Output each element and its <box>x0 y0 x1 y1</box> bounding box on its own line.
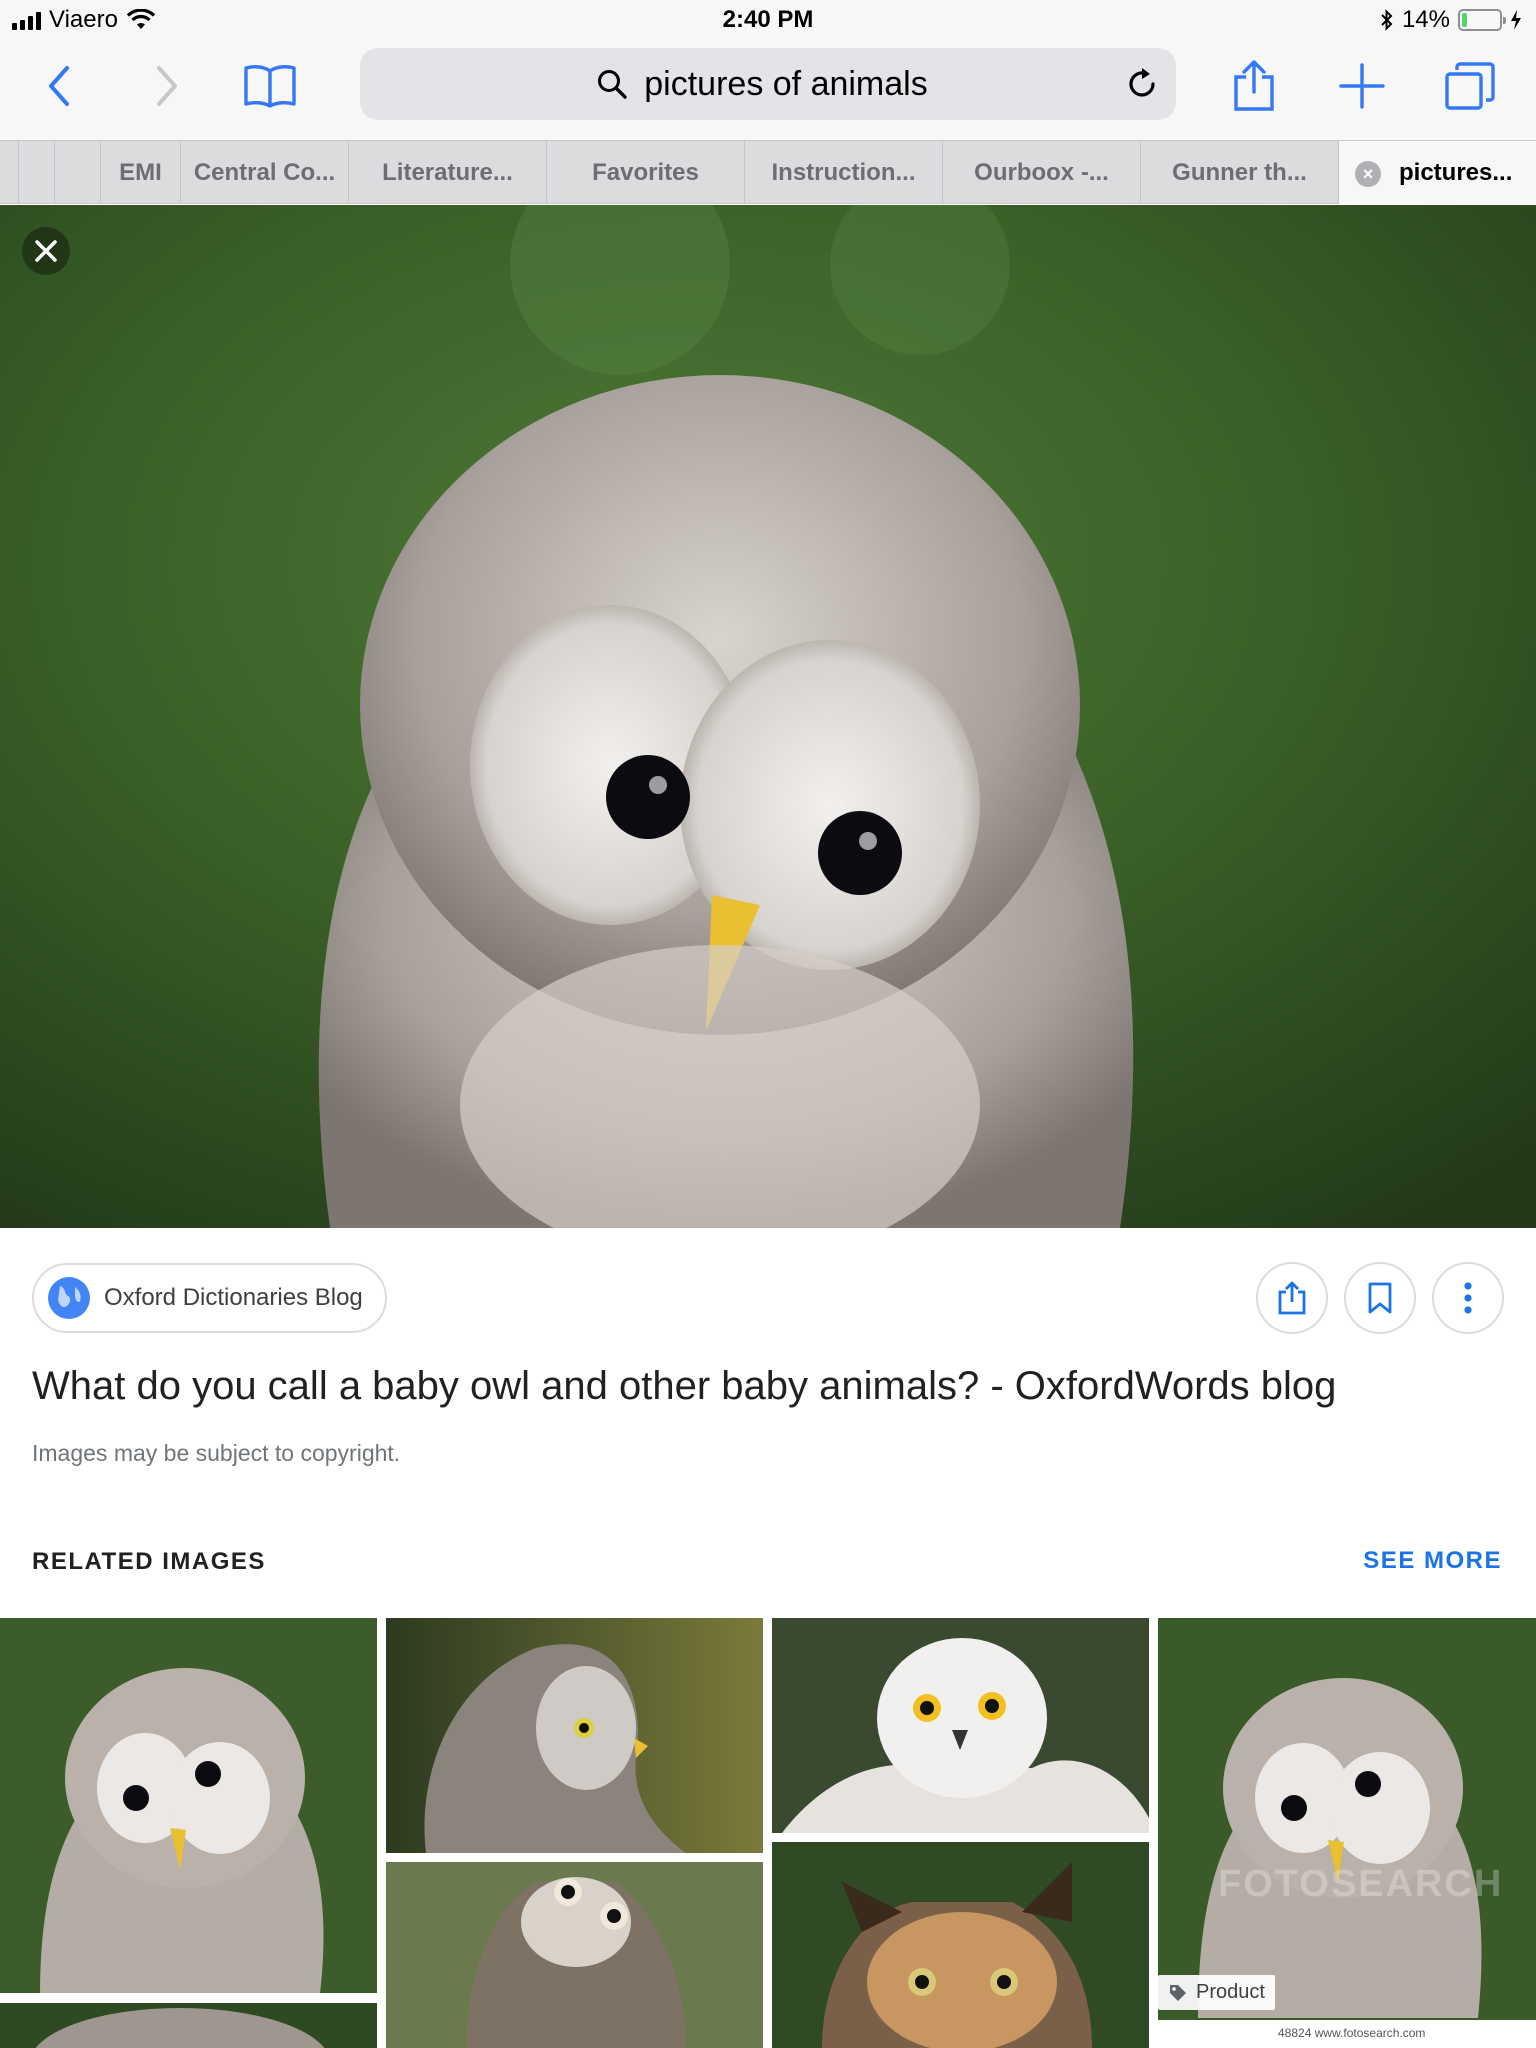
related-image-7[interactable] <box>772 1842 1149 2048</box>
owl-thumbnail <box>772 1842 1149 2048</box>
tab-label: Ourboox -... <box>974 158 1109 186</box>
share-icon <box>1278 1281 1306 1315</box>
forward-icon <box>157 66 177 106</box>
source-label: Oxford Dictionaries Blog <box>104 1284 363 1311</box>
tab-label: EMI <box>119 158 162 186</box>
product-label: Product <box>1196 1981 1265 2003</box>
tab-pictures-active[interactable]: × pictures... <box>1338 141 1536 204</box>
globe-icon <box>48 1277 90 1319</box>
tab-label: Literature... <box>382 158 513 186</box>
tab-instruction[interactable]: Instruction... <box>744 141 942 204</box>
tag-icon <box>1170 1984 1186 2001</box>
owl-thumbnail <box>386 1862 763 2048</box>
source-chip[interactable]: Oxford Dictionaries Blog <box>32 1263 387 1333</box>
tab-favorites[interactable]: Favorites <box>546 141 744 204</box>
tab-label: Favorites <box>592 158 699 186</box>
watermark-text: FOTOSEARCH <box>1218 1863 1504 1905</box>
owl-thumbnail <box>0 2003 377 2048</box>
bookmarks-icon <box>244 65 296 108</box>
more-options-button[interactable] <box>1432 1262 1504 1334</box>
status-bar: Viaero 2:40 PM 14% <box>0 0 1536 40</box>
forward-button[interactable] <box>136 56 196 116</box>
more-vert-icon <box>1464 1282 1472 1314</box>
back-button[interactable] <box>30 56 90 116</box>
related-image-1[interactable] <box>0 1618 377 1993</box>
related-image-3[interactable] <box>772 1618 1149 1833</box>
share-button[interactable] <box>1224 56 1284 116</box>
related-image-5[interactable] <box>0 2003 377 2048</box>
tab-strip: EMI Central Co... Literature... Favorite… <box>0 140 1536 204</box>
owl-thumbnail <box>772 1618 1149 1833</box>
tab-gunner[interactable]: Gunner th... <box>1140 141 1338 204</box>
browser-toolbar: pictures of animals <box>0 40 1536 140</box>
close-tab-icon[interactable]: × <box>1355 161 1381 187</box>
result-title[interactable]: What do you call a baby owl and other ba… <box>32 1364 1336 1409</box>
tab-label: Gunner th... <box>1172 158 1307 186</box>
bluetooth-icon <box>1381 9 1393 31</box>
tab-literature[interactable]: Literature... <box>348 141 546 204</box>
share-icon <box>1234 60 1274 111</box>
tab-label: Instruction... <box>771 158 916 186</box>
tabs-icon <box>1445 62 1495 110</box>
owl-thumbnail <box>386 1618 763 1853</box>
related-image-2[interactable] <box>386 1618 763 1853</box>
related-images-heading: RELATED IMAGES <box>32 1548 266 1575</box>
save-bookmark-button[interactable] <box>1344 1262 1416 1334</box>
related-image-6[interactable] <box>386 1862 763 2048</box>
search-query: pictures of animals <box>644 65 928 103</box>
copyright-note: Images may be subject to copyright. <box>32 1440 401 1466</box>
share-result-button[interactable] <box>1256 1262 1328 1334</box>
battery-icon <box>1458 9 1506 31</box>
see-more-link[interactable]: SEE MORE <box>1363 1547 1502 1575</box>
owl-photo <box>0 205 1536 1228</box>
close-icon <box>35 240 57 262</box>
related-image-4[interactable]: FOTOSEARCH 48824 www.fotosearch.com Prod… <box>1158 1618 1536 2048</box>
preview-image[interactable] <box>0 205 1536 1228</box>
reload-icon[interactable] <box>1122 64 1162 104</box>
address-bar[interactable]: pictures of animals <box>360 48 1176 120</box>
battery-percent: 14% <box>1401 6 1450 33</box>
tab-label: Central Co... <box>193 158 336 186</box>
tab-ourboox[interactable]: Ourboox -... <box>942 141 1140 204</box>
tab-emi[interactable]: EMI <box>100 141 180 204</box>
charging-bolt-icon <box>1511 10 1521 30</box>
status-right: 14% <box>1380 6 1522 34</box>
new-tab-icon <box>1339 63 1385 109</box>
clock: 2:40 PM <box>722 6 814 33</box>
new-tab-button[interactable] <box>1332 56 1392 116</box>
tabs-overview-button[interactable] <box>1440 56 1500 116</box>
bookmarks-button[interactable] <box>240 56 300 116</box>
tab-collapsed[interactable] <box>18 141 54 204</box>
image-credit: 48824 www.fotosearch.com <box>1158 2020 1536 2048</box>
tab-label: pictures... <box>1399 158 1513 186</box>
bookmark-icon <box>1368 1282 1392 1314</box>
owl-thumbnail <box>0 1618 377 1993</box>
tab-central[interactable]: Central Co... <box>180 141 348 204</box>
back-icon <box>49 66 69 106</box>
product-badge: Product <box>1158 1975 1275 2010</box>
tab-collapsed[interactable] <box>54 141 100 204</box>
close-preview-button[interactable] <box>22 227 70 275</box>
